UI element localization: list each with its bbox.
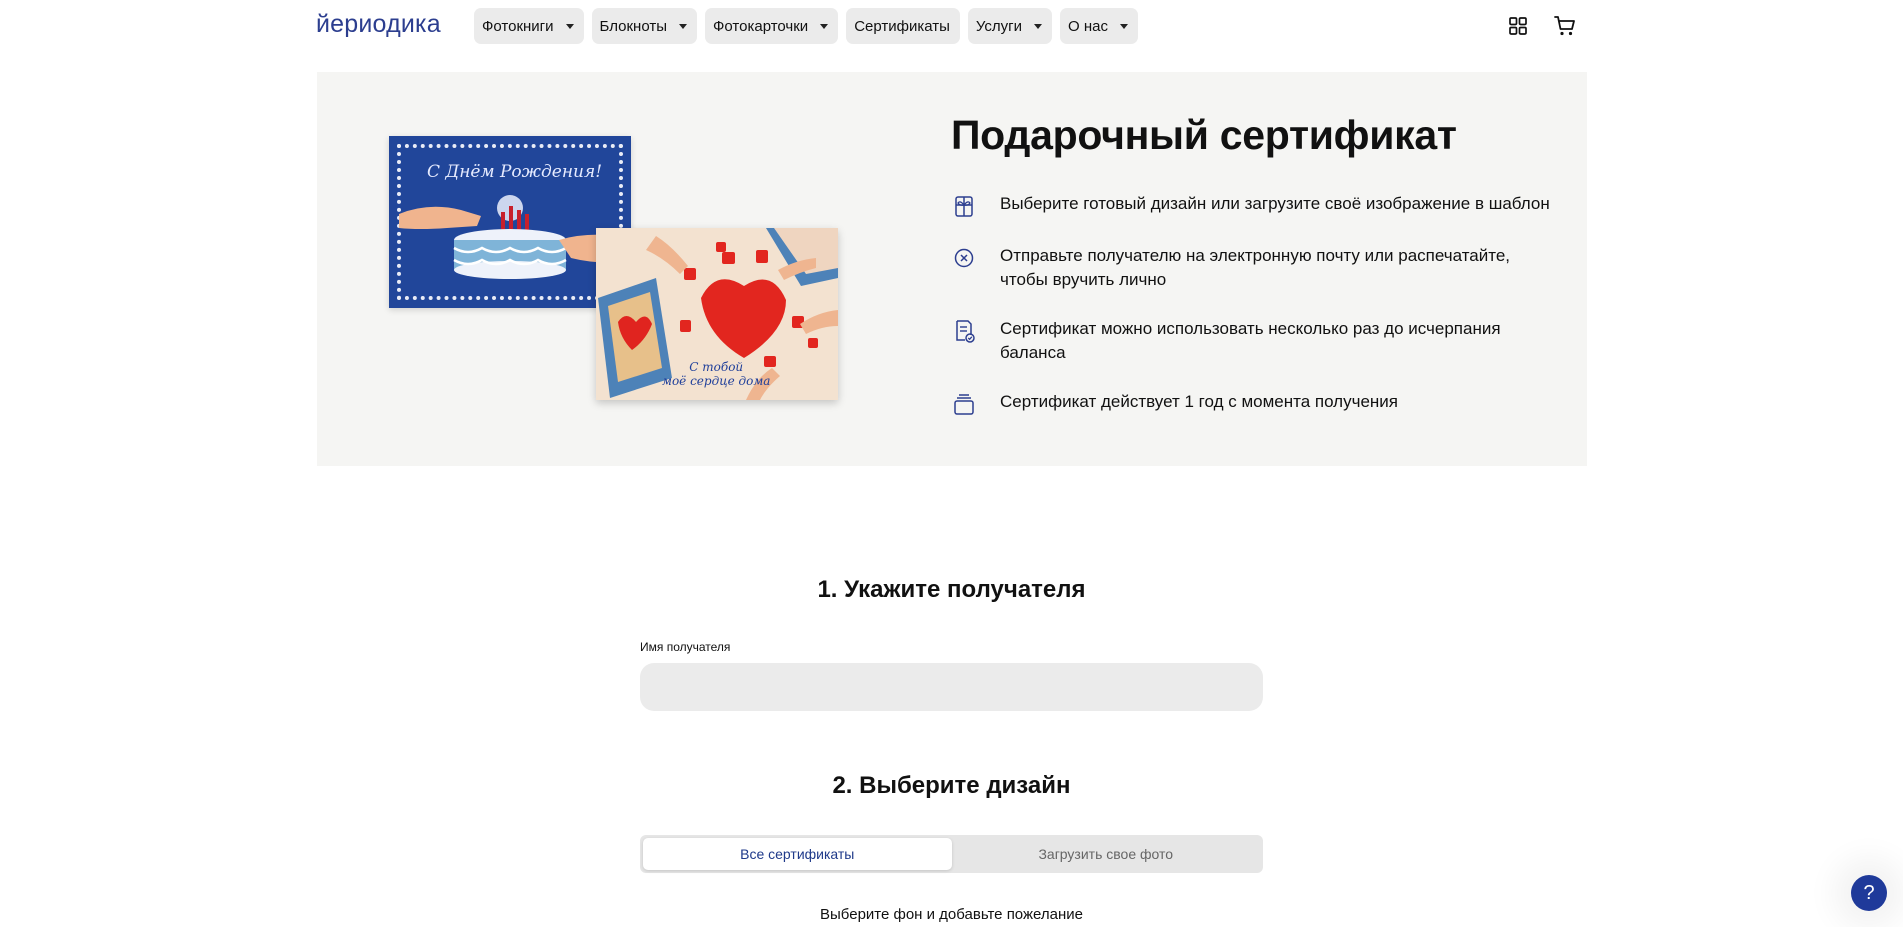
step1-title: 1. Укажите получателя <box>817 576 1086 603</box>
logo[interactable]: йериодика <box>316 10 441 39</box>
birthday-card-image: С Днём Рождения! <box>389 136 631 308</box>
gift-icon <box>955 196 973 217</box>
grid-icon[interactable] <box>1506 14 1530 38</box>
recipient-name-input[interactable] <box>640 663 1263 711</box>
nav-item-photocards[interactable]: Фотокарточки <box>705 8 839 44</box>
chevron-down-icon <box>565 23 574 29</box>
tab-upload-photo[interactable]: Загрузить свое фото <box>952 838 1261 870</box>
chevron-down-icon <box>1034 23 1043 29</box>
main-nav: Фотокниги Блокноты Фотокарточки Сертифик… <box>474 8 1139 44</box>
nav-item-certificates[interactable]: Сертификаты <box>846 8 960 44</box>
step2-title: 2. Выберите дизайн <box>832 772 1071 799</box>
design-hint: Выберите фон и добавьте пожелание <box>820 906 1083 923</box>
feature-text: Сертификат действует 1 год с момента пол… <box>1000 392 1399 411</box>
nav-item-photobooks[interactable]: Фотокниги <box>474 8 584 44</box>
chevron-down-icon <box>679 23 687 29</box>
card2-caption-line1: С тобой <box>689 360 744 374</box>
feature-item: Выберите готовый дизайн или загрузите св… <box>951 192 1551 219</box>
chevron-down-icon <box>1120 23 1129 29</box>
nav-label: Фотокниги <box>482 17 554 35</box>
chevron-down-icon <box>820 23 829 29</box>
nav-item-services[interactable]: Услуги <box>967 8 1053 44</box>
page-title: Подарочный сертификат <box>951 112 1457 158</box>
feature-item: Сертификат можно использовать несколько … <box>951 317 1551 365</box>
heart-card-image: С тобой моё сердце дома <box>596 228 838 400</box>
stack-icon <box>954 394 974 415</box>
hero-banner: С Днём Рождения! С тобой моё сердце дома… <box>317 72 1587 466</box>
feature-text: Выберите готовый дизайн или загрузите св… <box>1000 194 1550 213</box>
help-button[interactable]: ? <box>1851 875 1887 911</box>
feature-text: Отправьте получателю на электронную почт… <box>1000 246 1511 289</box>
nav-item-notebooks[interactable]: Блокноты <box>591 8 697 44</box>
site-header: йериодика Фотокниги Блокноты Фотокарточк… <box>0 0 1903 52</box>
feature-item: Сертификат действует 1 год с момента пол… <box>951 390 1551 417</box>
card2-caption-line2: моё сердце дома <box>662 374 771 388</box>
cart-icon[interactable] <box>1553 14 1577 38</box>
recipient-name-label: Имя получателя <box>640 640 731 654</box>
nav-item-about[interactable]: О нас <box>1060 8 1139 44</box>
receipt-icon <box>956 320 975 343</box>
nav-label: Сертификаты <box>854 17 950 35</box>
send-icon <box>954 248 974 268</box>
card2-caption: С тобой моё сердце дома <box>662 360 770 388</box>
nav-label: О нас <box>1068 17 1109 35</box>
nav-label: Блокноты <box>599 17 667 35</box>
design-tabs: Все сертификаты Загрузить свое фото <box>640 835 1263 873</box>
tab-all-certificates[interactable]: Все сертификаты <box>643 838 952 870</box>
nav-label: Фотокарточки <box>713 17 809 35</box>
cake-illustration <box>399 195 621 279</box>
nav-label: Услуги <box>975 17 1023 35</box>
feature-item: Отправьте получателю на электронную почт… <box>951 244 1551 292</box>
feature-text: Сертификат можно использовать несколько … <box>1000 319 1501 362</box>
